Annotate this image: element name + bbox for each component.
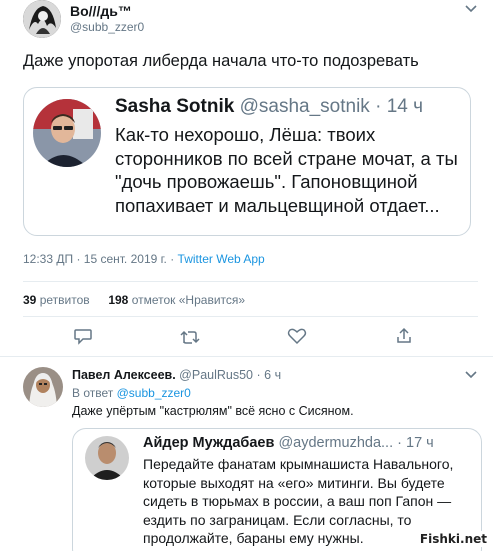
author-handle[interactable]: @subb_zzer0 bbox=[70, 20, 144, 34]
reply-quoted-author-name[interactable]: Айдер Муждабаев bbox=[143, 435, 274, 451]
quoted-separator: · bbox=[375, 96, 382, 117]
quoted-time[interactable]: 14 ч bbox=[387, 96, 423, 117]
tweet-stats: 39 ретвитов 198 отметок «Нравится» bbox=[23, 293, 245, 307]
tweet-meta: 12:33 ДП · 15 сент. 2019 г. · Twitter We… bbox=[23, 252, 265, 266]
divider bbox=[23, 316, 478, 317]
share-icon[interactable] bbox=[393, 326, 415, 346]
site-watermark: Fishki.net bbox=[417, 531, 489, 547]
tweet-timestamp[interactable]: 12:33 ДП · 15 сент. 2019 г. · bbox=[23, 252, 174, 266]
reply-time[interactable]: 6 ч bbox=[264, 368, 281, 382]
retweet-icon[interactable] bbox=[178, 328, 202, 346]
reply-quoted-author-handle[interactable]: @aydermuzhda... bbox=[278, 435, 393, 451]
likes-label[interactable]: отметок «Нравится» bbox=[132, 293, 245, 307]
author-name[interactable]: Во///дь™ bbox=[70, 3, 132, 19]
reply-quoted-time[interactable]: 17 ч bbox=[406, 435, 434, 451]
quoted-header: Sasha Sotnik @sasha_sotnik · 14 ч bbox=[115, 96, 423, 118]
reply-icon[interactable] bbox=[72, 327, 94, 345]
quoted-author-avatar bbox=[33, 99, 101, 167]
reply-to-line: В ответ @subb_zzer0 bbox=[72, 386, 191, 400]
quoted-author-name[interactable]: Sasha Sotnik bbox=[115, 96, 234, 117]
reply-author-avatar[interactable] bbox=[23, 367, 63, 407]
reply-separator: · bbox=[256, 368, 261, 382]
quoted-author-handle[interactable]: @sasha_sotnik bbox=[240, 96, 370, 117]
likes-count[interactable]: 198 bbox=[108, 293, 128, 307]
reply-author-handle[interactable]: @PaulRus50 bbox=[179, 368, 253, 382]
quoted-text: Как-то нехорошо, Лёша: твоих сторонников… bbox=[115, 124, 458, 216]
quoted-tweet-card[interactable]: Sasha Sotnik @sasha_sotnik · 14 ч Как-то… bbox=[23, 87, 471, 236]
tweet-text: Даже упоротая либерда начала что-то подо… bbox=[23, 52, 419, 70]
retweets-count[interactable]: 39 bbox=[23, 293, 36, 307]
reply-quoted-separator: · bbox=[397, 435, 402, 451]
like-icon[interactable] bbox=[286, 327, 308, 345]
reply-quoted-header: Айдер Муждабаев @aydermuzhda... · 17 ч bbox=[143, 435, 434, 451]
divider bbox=[23, 281, 478, 282]
reply-quoted-author-avatar bbox=[85, 436, 129, 480]
divider bbox=[0, 356, 493, 357]
reply-text: Даже упёртым "кастрюлям" всё ясно с Сися… bbox=[72, 404, 354, 418]
reply-to-prefix: В ответ bbox=[72, 386, 114, 400]
reply-chevron-down-icon[interactable] bbox=[464, 370, 478, 380]
author-avatar[interactable] bbox=[23, 0, 61, 38]
reply-header: Павел Алексеев. @PaulRus50 · 6 ч bbox=[72, 368, 281, 382]
chevron-down-icon[interactable] bbox=[464, 4, 478, 14]
tweet-source[interactable]: Twitter Web App bbox=[178, 252, 265, 266]
reply-to-handle[interactable]: @subb_zzer0 bbox=[117, 386, 191, 400]
reply-author-name[interactable]: Павел Алексеев. bbox=[72, 368, 176, 382]
retweets-label[interactable]: ретвитов bbox=[40, 293, 90, 307]
